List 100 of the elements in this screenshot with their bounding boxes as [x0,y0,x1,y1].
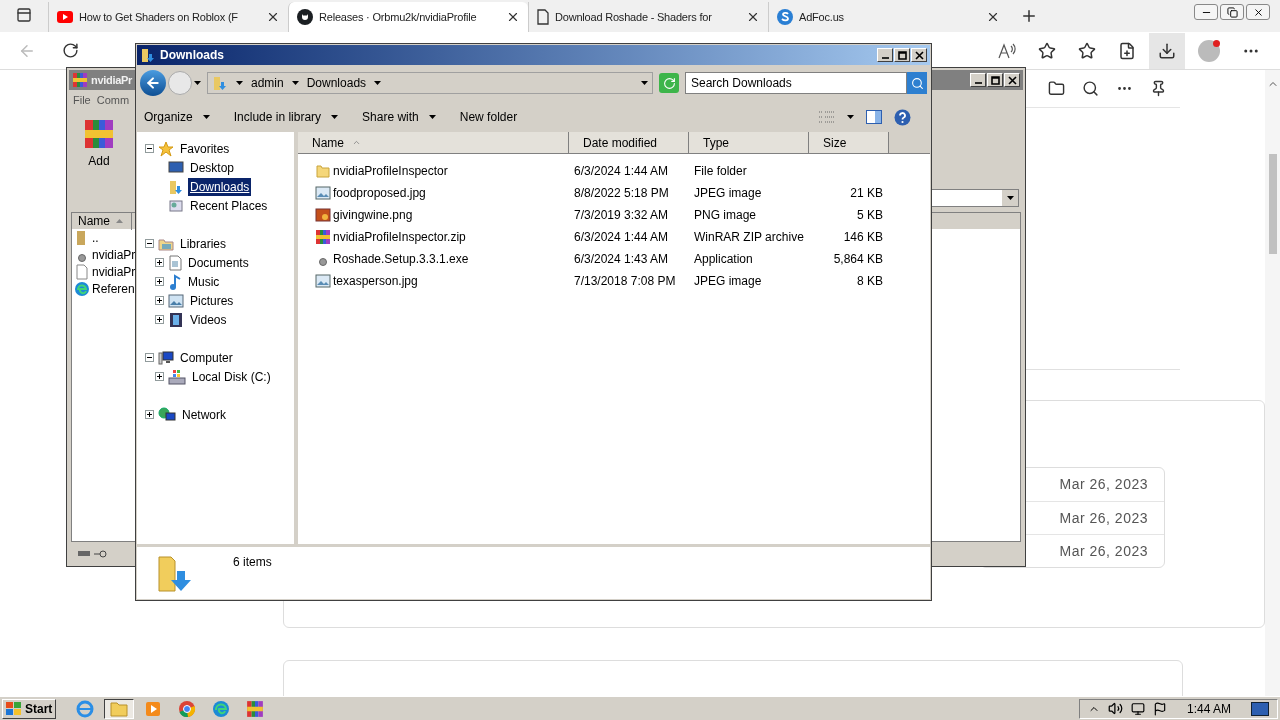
restore-button[interactable] [1220,4,1244,20]
search-icon[interactable] [1082,80,1099,97]
play-logo-icon [57,11,73,23]
file-name[interactable]: foodproposed.jpg [333,184,426,202]
close-tab-icon[interactable] [266,10,280,24]
nav-item[interactable]: Documents [186,253,251,272]
caret-icon [1006,196,1014,200]
search-field[interactable]: Search Downloads [686,73,906,93]
toolbar-button[interactable]: Add [75,114,123,174]
read-aloud-icon[interactable] [998,41,1016,60]
expand-toggle[interactable] [155,296,164,305]
menu-item[interactable]: Comm [96,91,130,109]
toolbar-button[interactable]: Share with [360,106,438,128]
column-header[interactable]: Date modified [569,132,689,153]
volume-icon[interactable] [1107,701,1123,716]
back-button[interactable] [140,70,166,96]
type-cell-text: JPEG image [693,273,763,290]
file-name[interactable]: Referen [92,279,135,298]
toolbar-button[interactable]: Include in library [231,106,341,128]
nav-item[interactable]: Libraries [178,234,229,253]
column-header[interactable]: Name [72,212,132,230]
file-name[interactable]: nvidiaProfileInspector [333,162,448,180]
toolbar-button[interactable]: Organize [142,106,212,128]
refresh-icon[interactable] [62,42,79,59]
type-cell-text: File folder [693,163,748,180]
folder-icon[interactable] [104,698,135,719]
collapse-toggle[interactable] [145,144,154,153]
address-bar[interactable]: admin Downloads [207,72,653,94]
collapse-toggle[interactable] [145,353,154,362]
downloads-button[interactable] [1149,32,1185,69]
date-cell-text: 8/8/2022 5:18 PM [573,185,670,202]
help-icon[interactable] [894,108,911,126]
expand-toggle[interactable] [155,315,164,324]
breadcrumb-item[interactable]: Downloads [306,74,367,92]
maximize-button[interactable] [987,73,1003,87]
date-cell-text: 6/3/2024 1:44 AM [573,229,670,246]
file-name[interactable]: texasperson.jpg [333,272,418,290]
close-icon [914,50,924,60]
maximize-icon [897,50,907,60]
size-cell-text: 8 KB [856,273,883,290]
browser-tab[interactable]: Releases · Orbmu2k/nvidiaProfile [288,2,528,32]
cat-logo-icon [297,9,313,25]
profile-avatar-icon[interactable] [1198,39,1220,62]
column-header[interactable]: Type [689,132,809,153]
favorites-icon[interactable] [1078,41,1096,60]
close-tab-icon[interactable] [746,10,760,24]
music-note-icon [168,273,182,290]
column-header[interactable]: Name [298,132,569,153]
nav-item[interactable]: Recent Places [188,196,270,215]
nav-item[interactable]: Pictures [188,291,236,310]
preview-pane-icon[interactable] [866,110,882,124]
view-options-icon[interactable] [819,111,854,123]
nav-item[interactable]: Computer [178,348,235,367]
download-folder-icon [168,178,184,195]
collapse-toggle[interactable] [145,239,154,248]
date-cell-text: 6/3/2024 1:44 AM [573,163,670,180]
menu-item[interactable]: File [73,91,91,109]
file-name[interactable]: nvidiaPr [92,262,136,281]
caret-icon [194,81,201,85]
nav-item[interactable]: Local Disk (C:) [190,367,273,386]
close-button[interactable] [1246,4,1270,20]
toolbar-button[interactable]: New folder [457,106,520,128]
close-tab-icon[interactable] [506,10,520,24]
folder-icon[interactable] [1048,80,1065,97]
show-desktop-icon[interactable] [1251,701,1269,716]
flag-icon[interactable] [1152,701,1167,716]
nav-item[interactable]: Music [186,272,222,291]
expand-toggle[interactable] [155,372,164,381]
file-name[interactable]: nvidiaPr [92,245,136,264]
nav-item[interactable]: Desktop [188,158,237,177]
close-tab-icon[interactable] [986,10,1000,24]
file-name[interactable]: .. [92,228,99,247]
expand-toggle[interactable] [145,410,154,419]
nav-item[interactable]: Downloads [188,177,252,196]
path-combobox[interactable] [929,189,1019,207]
breadcrumb-item[interactable]: admin [251,74,284,92]
file-name[interactable]: Roshade.Setup.3.3.1.exe [333,250,469,268]
nav-item[interactable]: Videos [188,310,229,329]
scrollbar-thumb[interactable] [1268,154,1277,254]
close-icon [1252,6,1264,18]
column-header[interactable]: Size [809,132,889,153]
network-icon[interactable] [1130,701,1145,716]
add-favorite-icon[interactable] [1038,41,1056,60]
collections-icon[interactable] [1118,41,1136,60]
expand-toggle[interactable] [155,277,164,286]
nav-item[interactable]: Favorites [178,139,232,158]
new-tab-icon[interactable] [1020,7,1038,25]
expand-toggle[interactable] [155,258,164,267]
history-dropdown[interactable] [194,81,201,85]
maximize-button[interactable] [894,48,910,62]
search-button[interactable] [907,72,927,94]
caret-icon [641,81,648,85]
nav-item[interactable]: Network [180,405,228,424]
close-icon [1007,75,1017,85]
pin-icon[interactable] [1150,80,1167,97]
file-name[interactable]: givingwine.png [333,206,413,224]
tab-actions-icon[interactable] [16,7,32,23]
start-button[interactable]: Start [2,698,57,719]
file-name[interactable]: nvidiaProfileInspector.zip [333,228,466,246]
film-icon [168,311,184,328]
